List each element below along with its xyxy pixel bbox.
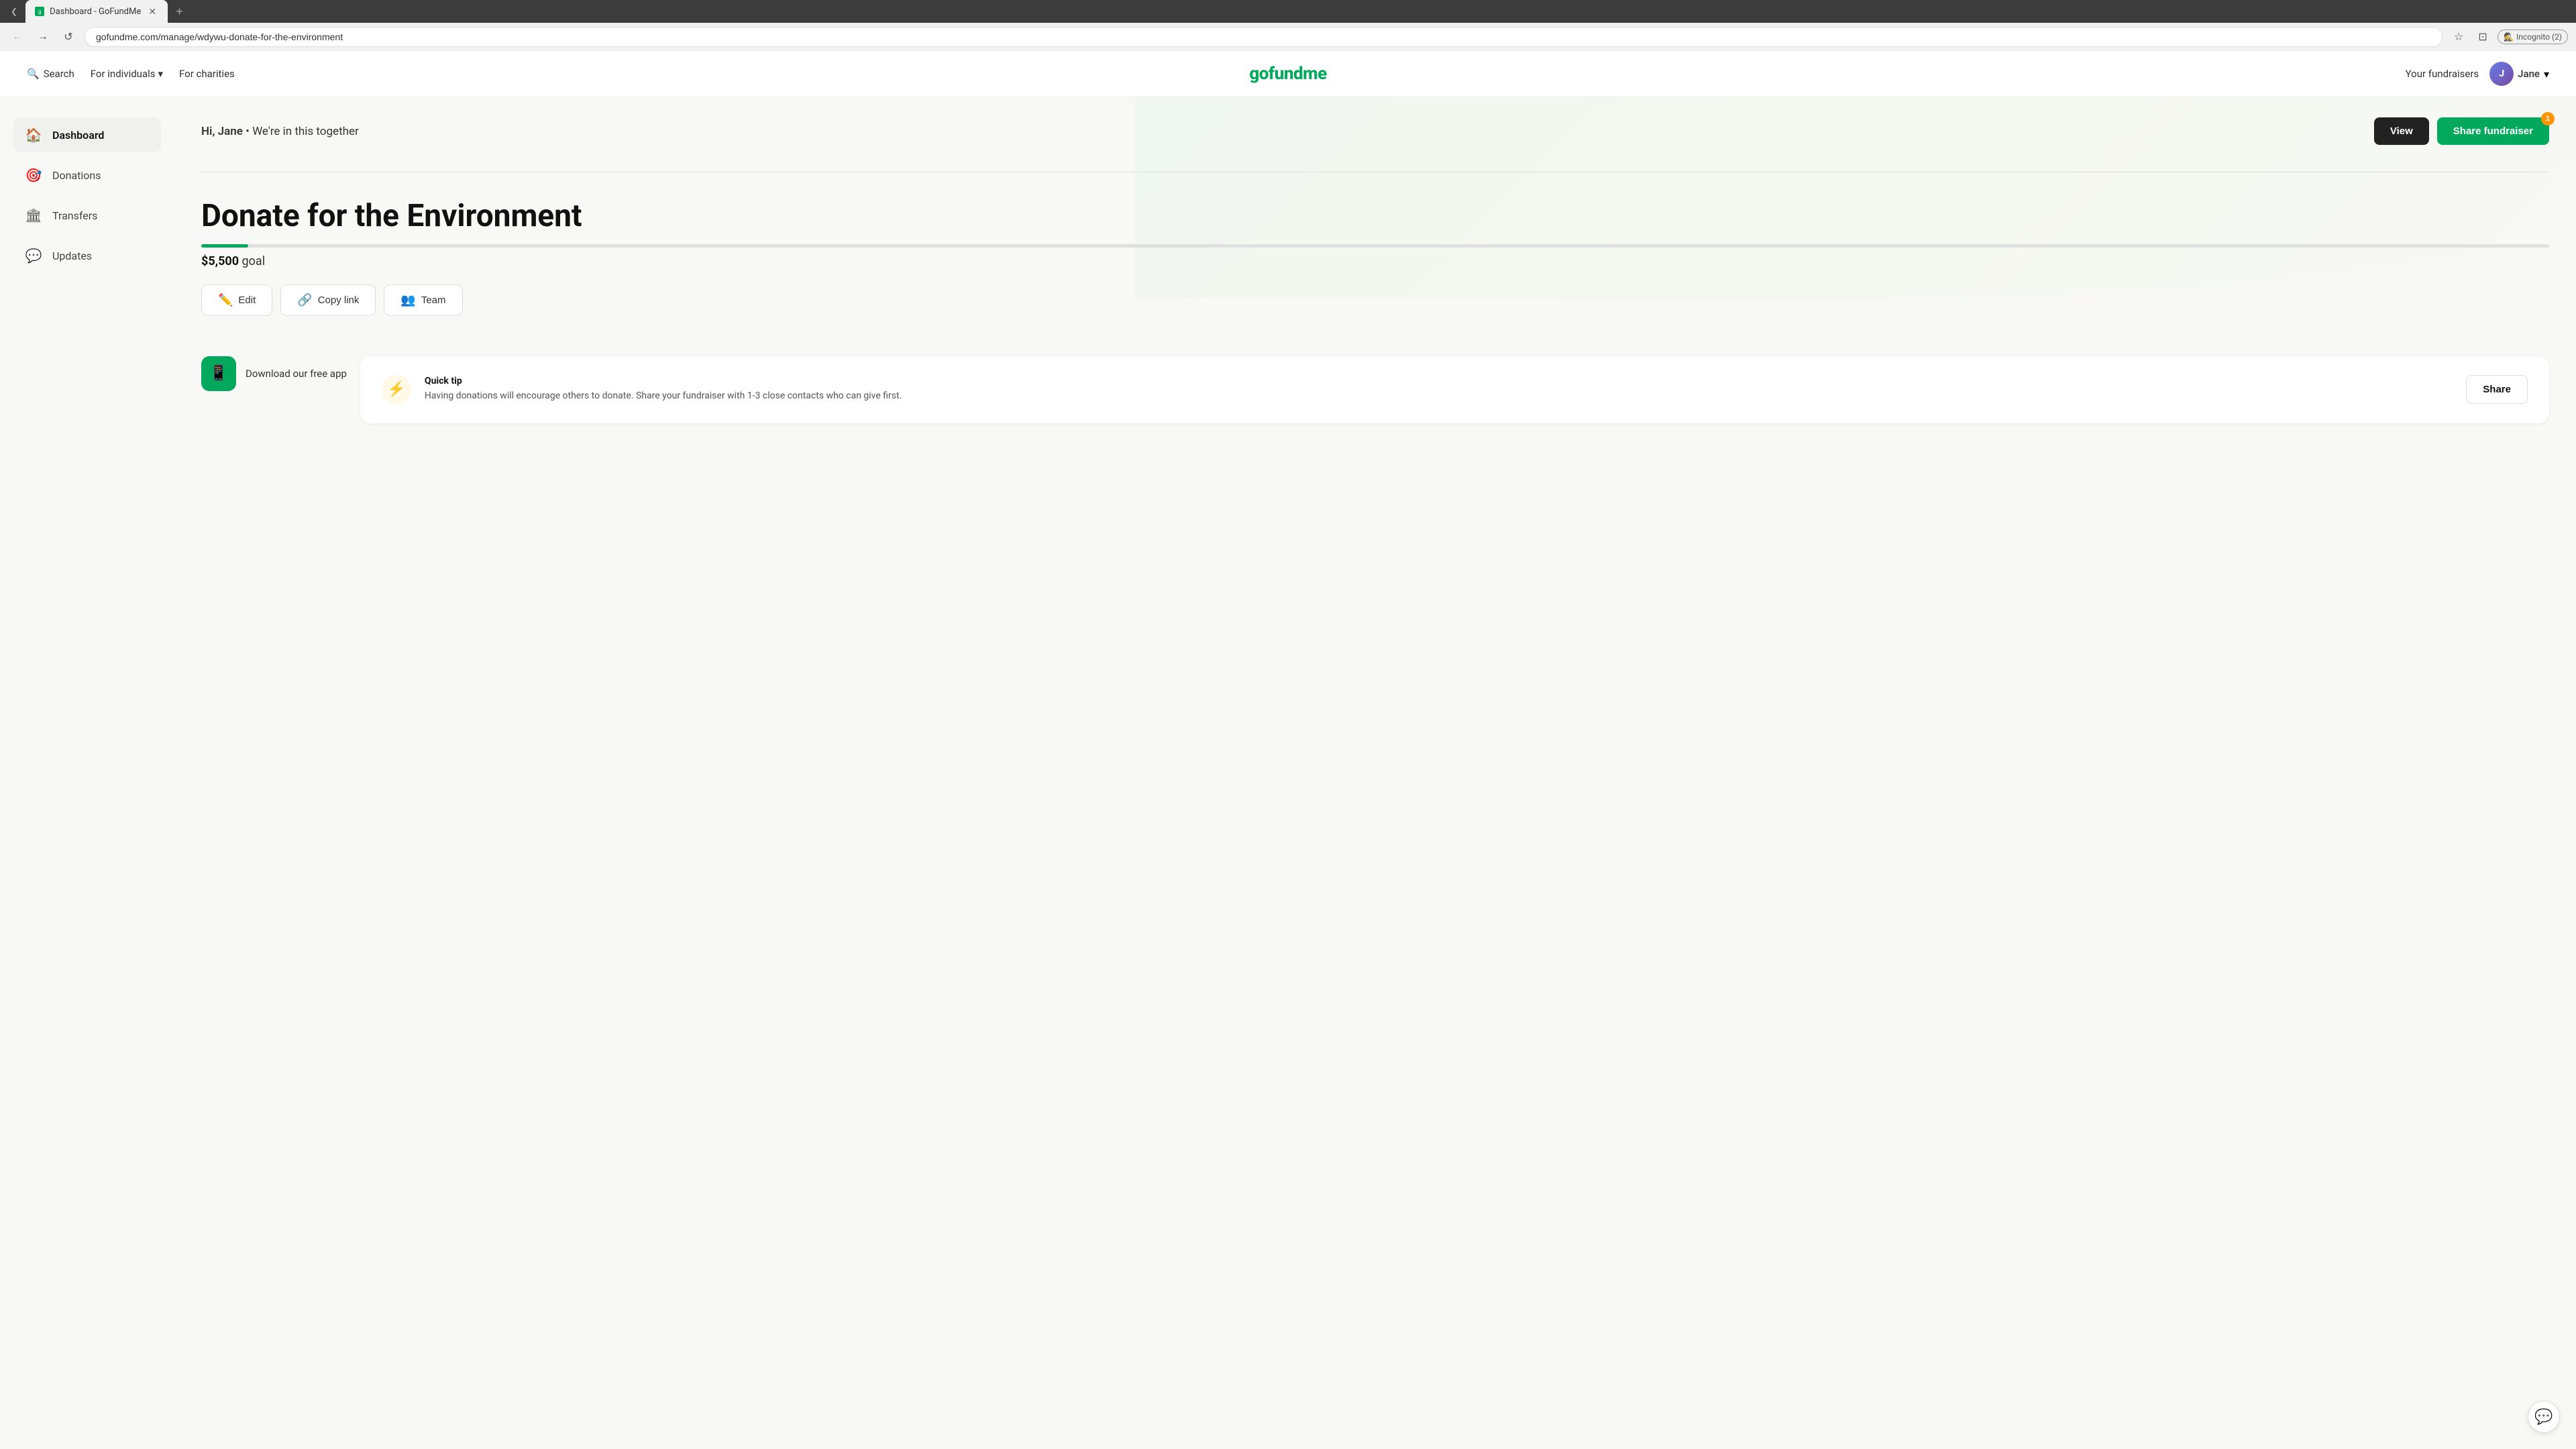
greeting-section: Hi, Jane • We're in this together: [201, 125, 359, 138]
fundraiser-title: Donate for the Environment: [201, 199, 2549, 233]
quick-tip-content: Quick tip Having donations will encourag…: [425, 376, 2453, 403]
greeting-separator: •: [246, 125, 252, 138]
download-app-label: Download our free app: [246, 368, 347, 380]
sidebar-updates-label: Updates: [52, 250, 92, 262]
copy-link-label: Copy link: [318, 294, 360, 306]
reload-button[interactable]: ↺: [59, 28, 78, 46]
tab-close-button[interactable]: ✕: [146, 5, 158, 17]
search-nav-item[interactable]: 🔍 Search: [27, 68, 74, 80]
header-actions: View Share fundraiser 1: [2374, 117, 2549, 145]
for-individuals-label: For individuals: [91, 68, 156, 80]
navbar: 🔍 Search For individuals ▾ For charities…: [0, 51, 2576, 97]
incognito-icon: 🕵: [2504, 32, 2514, 42]
quick-tip-title: Quick tip: [425, 376, 2453, 386]
gofundme-logo[interactable]: gofundme: [1249, 64, 1326, 84]
quick-tip-text: Having donations will encourage others t…: [425, 389, 2453, 403]
progress-section: $5,500 goal: [201, 244, 2549, 268]
extensions-button[interactable]: ⊡: [2473, 28, 2492, 46]
view-button[interactable]: View: [2374, 117, 2429, 145]
for-individuals-nav-item[interactable]: For individuals ▾: [91, 68, 163, 80]
your-fundraisers-link[interactable]: Your fundraisers: [2406, 68, 2479, 80]
share-notification-badge: 1: [2541, 112, 2555, 125]
forward-button[interactable]: →: [34, 28, 52, 46]
quick-tip-card: ⚡ Quick tip Having donations will encour…: [360, 356, 2549, 423]
copy-link-button[interactable]: 🔗 Copy link: [280, 284, 376, 316]
nav-left: 🔍 Search For individuals ▾ For charities: [27, 68, 1288, 80]
donations-icon: 🎯: [24, 166, 43, 184]
sidebar-item-donations[interactable]: 🎯 Donations: [13, 158, 161, 193]
copy-link-icon: 🔗: [297, 293, 312, 307]
sidebar: 🏠 Dashboard 🎯 Donations 🏛 Transfers 💬 Up…: [0, 97, 174, 1426]
share-button-label: Share fundraiser: [2453, 125, 2533, 137]
incognito-badge[interactable]: 🕵 Incognito (2): [2498, 30, 2568, 44]
edit-button[interactable]: ✏️ Edit: [201, 284, 272, 316]
sidebar-item-transfers[interactable]: 🏛 Transfers: [13, 198, 161, 233]
greeting-name: Hi, Jane: [201, 125, 243, 138]
sidebar-donations-label: Donations: [52, 169, 101, 182]
sidebar-transfers-label: Transfers: [52, 209, 97, 222]
updates-icon: 💬: [24, 246, 43, 265]
user-name: Jane: [2518, 68, 2540, 80]
team-button[interactable]: 👥 Team: [384, 284, 462, 316]
new-tab-button[interactable]: +: [170, 2, 189, 21]
app-icon: 📱: [201, 356, 236, 391]
greeting-subtitle: We're in this together: [252, 125, 359, 138]
chat-icon: 💬: [2534, 1409, 2553, 1426]
edit-label: Edit: [238, 294, 256, 306]
back-button[interactable]: ←: [8, 28, 27, 46]
nav-right: Your fundraisers J Jane ▾: [1288, 62, 2549, 86]
team-icon: 👥: [400, 293, 415, 307]
incognito-label: Incognito (2): [2516, 32, 2562, 42]
user-dropdown-chevron-icon: ▾: [2544, 68, 2549, 80]
quick-tip-share-button[interactable]: Share: [2466, 375, 2528, 404]
sidebar-item-updates[interactable]: 💬 Updates: [13, 238, 161, 273]
user-dropdown[interactable]: J Jane ▾: [2489, 62, 2549, 86]
for-charities-label: For charities: [179, 68, 235, 80]
address-bar-row: ← → ↺ ☆ ⊡ 🕵 Incognito (2): [0, 23, 2576, 51]
main-layout: 🏠 Dashboard 🎯 Donations 🏛 Transfers 💬 Up…: [0, 97, 2576, 1426]
edit-icon: ✏️: [218, 293, 233, 307]
search-icon: 🔍: [27, 68, 40, 80]
for-individuals-chevron-icon: ▾: [158, 68, 164, 80]
team-label: Team: [421, 294, 446, 306]
chat-button[interactable]: 💬: [2528, 1401, 2560, 1433]
quick-tip-icon-wrapper: ⚡: [382, 375, 411, 405]
bookmark-button[interactable]: ☆: [2449, 28, 2468, 46]
download-app[interactable]: 📱 Download our free app: [201, 356, 347, 391]
tab-favicon: g: [35, 7, 44, 16]
content-inner: Hi, Jane • We're in this together View S…: [201, 117, 2549, 423]
browser-chrome: ❮ g Dashboard - GoFundMe ✕ + ← → ↺ ☆ ⊡ 🕵…: [0, 0, 2576, 51]
greeting-text: Hi, Jane • We're in this together: [201, 125, 359, 138]
dashboard-icon: 🏠: [24, 125, 43, 144]
quick-tip-icon: ⚡: [387, 381, 405, 398]
progress-bar-fill: [201, 244, 248, 248]
main-content: Hi, Jane • We're in this together View S…: [174, 97, 2576, 1426]
user-avatar: J: [2489, 62, 2514, 86]
page-content: 🔍 Search For individuals ▾ For charities…: [0, 51, 2576, 1426]
progress-goal: $5,500 goal: [201, 254, 2549, 268]
goal-word: goal: [242, 254, 266, 268]
active-tab[interactable]: g Dashboard - GoFundMe ✕: [25, 0, 168, 23]
address-bar-input[interactable]: [85, 27, 2443, 47]
progress-bar-container: [201, 244, 2549, 248]
toolbar-right: ☆ ⊡ 🕵 Incognito (2): [2449, 28, 2568, 46]
logo-text: gofundme: [1249, 64, 1326, 84]
tab-title: Dashboard - GoFundMe: [50, 7, 141, 17]
app-icon-symbol: 📱: [209, 365, 227, 382]
tab-bar: ❮ g Dashboard - GoFundMe ✕ +: [0, 0, 2576, 23]
sidebar-item-dashboard[interactable]: 🏠 Dashboard: [13, 117, 161, 152]
transfers-icon: 🏛: [24, 206, 43, 225]
tab-prev-button[interactable]: ❮: [5, 4, 23, 19]
sidebar-dashboard-label: Dashboard: [52, 129, 104, 142]
action-buttons: ✏️ Edit 🔗 Copy link 👥 Team: [201, 284, 2549, 316]
user-initial: J: [2499, 68, 2504, 79]
bottom-section: 📱 Download our free app ⚡ Quick tip Havi…: [201, 356, 2549, 423]
goal-amount: $5,500: [201, 254, 239, 268]
for-charities-nav-item[interactable]: For charities: [179, 68, 235, 80]
share-fundraiser-button[interactable]: Share fundraiser 1: [2437, 117, 2549, 145]
search-label: Search: [44, 68, 74, 80]
header-bar: Hi, Jane • We're in this together View S…: [201, 117, 2549, 145]
